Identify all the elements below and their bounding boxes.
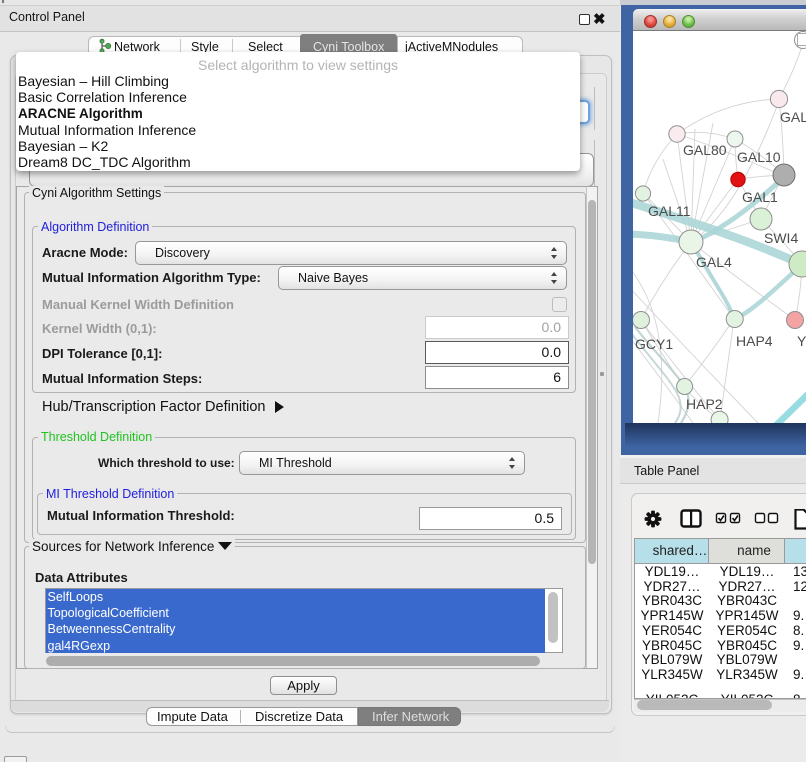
svg-text:SWI4: SWI4	[764, 230, 798, 246]
svg-text:GAL4: GAL4	[696, 254, 732, 270]
svg-text:GAL11: GAL11	[648, 203, 691, 219]
svg-text:GAL7: GAL7	[780, 109, 806, 125]
svg-text:GAL80: GAL80	[683, 142, 727, 158]
svg-text:YE: YE	[797, 333, 806, 349]
svg-text:GAL1: GAL1	[742, 189, 778, 205]
svg-text:GCY1: GCY1	[635, 336, 673, 352]
svg-text:HAP2: HAP2	[686, 396, 723, 412]
svg-text:HAP4: HAP4	[736, 333, 773, 349]
svg-text:GAL10: GAL10	[737, 149, 781, 165]
